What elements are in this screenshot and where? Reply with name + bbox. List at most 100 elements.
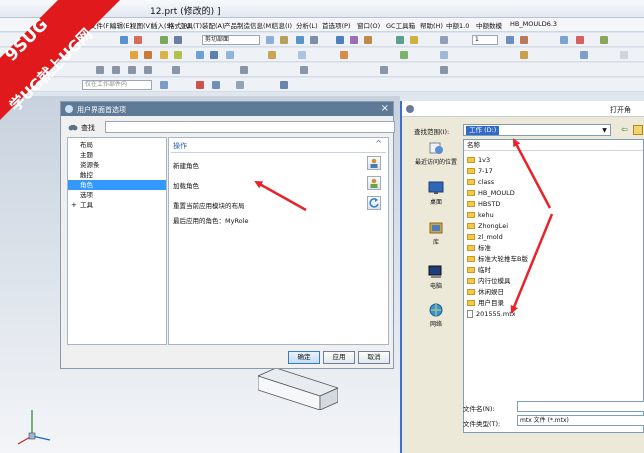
select-icon[interactable]: [160, 36, 168, 44]
snap-center-icon[interactable]: [280, 81, 288, 89]
trim-body-icon[interactable]: [520, 51, 528, 59]
close-icon[interactable]: ×: [381, 103, 389, 114]
menu-pmi[interactable]: 产品制造信息(M): [224, 20, 274, 30]
spline-icon[interactable]: [240, 66, 248, 74]
file-name-input[interactable]: [517, 401, 644, 412]
back-arrow-icon[interactable]: ⇦: [621, 125, 628, 134]
up-folder-icon[interactable]: [633, 125, 643, 135]
apply-button[interactable]: 应用: [323, 351, 355, 364]
list-item[interactable]: ZhongLei: [467, 221, 508, 231]
boss-icon[interactable]: [174, 51, 182, 59]
fit-icon[interactable]: [266, 36, 274, 44]
layer-combo[interactable]: 1: [472, 35, 498, 45]
layer-settings-icon[interactable]: [506, 36, 514, 44]
offset-curve-icon[interactable]: [440, 66, 448, 74]
list-item[interactable]: HBSTD: [467, 199, 500, 209]
snap-icon[interactable]: [174, 36, 182, 44]
blend-icon[interactable]: [226, 51, 234, 59]
menu-info[interactable]: 信息(I): [272, 20, 292, 30]
shell-icon[interactable]: [298, 51, 306, 59]
light-icon[interactable]: [410, 36, 418, 44]
window-title: 12.prt (修改的) ]: [150, 7, 221, 17]
column-header-name[interactable]: 名称: [464, 140, 643, 151]
orient-icon[interactable]: [396, 36, 404, 44]
point-icon[interactable]: [172, 66, 180, 74]
menu-preferences[interactable]: 首选项(P): [322, 20, 351, 30]
reset-layout-button[interactable]: [367, 196, 381, 210]
file-type-combo[interactable]: mtx 文件 (*.mtx): [517, 415, 644, 426]
shaded-icon[interactable]: [336, 36, 344, 44]
offset-face-icon[interactable]: [440, 51, 448, 59]
tree-item-tools[interactable]: 工具: [68, 200, 166, 210]
place-network[interactable]: 网络: [414, 303, 458, 328]
menu-window[interactable]: 窗口(O): [357, 20, 380, 30]
section-icon[interactable]: [440, 36, 448, 44]
ok-button[interactable]: 确定: [288, 351, 320, 364]
measure-icon[interactable]: [576, 36, 584, 44]
menu-analysis[interactable]: 分析(L): [296, 20, 318, 30]
menu-tools[interactable]: 工具(T): [180, 20, 202, 30]
render-icon[interactable]: [350, 36, 358, 44]
move-layer-icon[interactable]: [520, 36, 528, 44]
list-item[interactable]: 内行位模具: [467, 276, 511, 286]
place-recent[interactable]: 最近访问的位置: [414, 141, 458, 166]
constraint-icon[interactable]: [380, 66, 388, 74]
list-item[interactable]: zl_mold: [467, 232, 503, 242]
tree-item-roles[interactable]: 角色: [68, 180, 166, 190]
load-role-button[interactable]: [367, 176, 381, 190]
chevron-down-icon[interactable]: ▼: [600, 126, 609, 135]
place-desktop[interactable]: 桌面: [414, 181, 458, 206]
menu-help[interactable]: 帮助(H): [420, 20, 443, 30]
tree-item-theme[interactable]: 主题: [68, 150, 166, 160]
pan-icon[interactable]: [310, 36, 318, 44]
dimension-icon[interactable]: [300, 66, 308, 74]
list-item[interactable]: class: [467, 177, 494, 187]
list-item[interactable]: 临时: [467, 265, 491, 275]
file-name: 临时: [478, 266, 491, 274]
list-item[interactable]: 标准大轮推车B版: [467, 254, 528, 264]
cancel-button[interactable]: 取消: [358, 351, 390, 364]
menu-zhonge-1[interactable]: 中额1.0: [446, 20, 469, 30]
analysis-icon[interactable]: [600, 36, 608, 44]
list-item[interactable]: HB_MOULD: [467, 188, 515, 198]
view-combo[interactable]: 剪切部面: [202, 35, 260, 45]
collapse-icon[interactable]: ^: [375, 139, 382, 148]
tree-item-layout[interactable]: 布局: [68, 140, 166, 150]
wcs-icon[interactable]: [560, 36, 568, 44]
new-role-button[interactable]: [367, 156, 381, 170]
sync-icon[interactable]: [400, 51, 408, 59]
menu-zhonge-model[interactable]: 中额数模: [476, 20, 502, 30]
snap-end-icon[interactable]: [212, 81, 220, 89]
list-item[interactable]: 标准: [467, 243, 491, 253]
list-item[interactable]: kehu: [467, 210, 494, 220]
find-input[interactable]: [105, 121, 395, 133]
tree-item-touch[interactable]: 触控: [68, 170, 166, 180]
place-computer[interactable]: 电脑: [414, 265, 458, 290]
more-icon[interactable]: [620, 51, 628, 59]
zoom-icon[interactable]: [280, 36, 288, 44]
look-in-combo[interactable]: 工作 (D:) ▼: [463, 124, 611, 136]
pattern-icon[interactable]: [340, 51, 348, 59]
tree-item-resource-bar[interactable]: 资源条: [68, 160, 166, 170]
select-filter-icon[interactable]: [160, 81, 168, 89]
list-item[interactable]: 1v3: [467, 155, 490, 165]
menu-hb-mould[interactable]: HB_MOULD6.3: [510, 20, 557, 28]
list-item[interactable]: 201555.mtx: [467, 309, 516, 319]
menu-gc-toolbox[interactable]: GC工具箱: [386, 20, 415, 30]
last-role-label: 最后应用的角色：MyRole: [173, 217, 249, 225]
subtract-icon[interactable]: [210, 51, 218, 59]
list-item[interactable]: 用户目录: [467, 298, 504, 308]
snap-mid-icon[interactable]: [236, 81, 244, 89]
place-library[interactable]: 库: [414, 221, 458, 246]
list-item[interactable]: 休闲娱日: [467, 287, 504, 297]
chamfer-icon[interactable]: [268, 51, 276, 59]
rotate-icon[interactable]: [296, 36, 304, 44]
mirror-icon[interactable]: [580, 51, 588, 59]
material-icon[interactable]: [364, 36, 372, 44]
snap-point-icon[interactable]: [196, 81, 204, 89]
menu-assembly[interactable]: 装配(A): [202, 20, 225, 30]
hole-icon[interactable]: [160, 51, 168, 59]
list-item[interactable]: 7-17: [467, 166, 493, 176]
tree-item-options[interactable]: 选项: [68, 190, 166, 200]
unite-icon[interactable]: [196, 51, 204, 59]
